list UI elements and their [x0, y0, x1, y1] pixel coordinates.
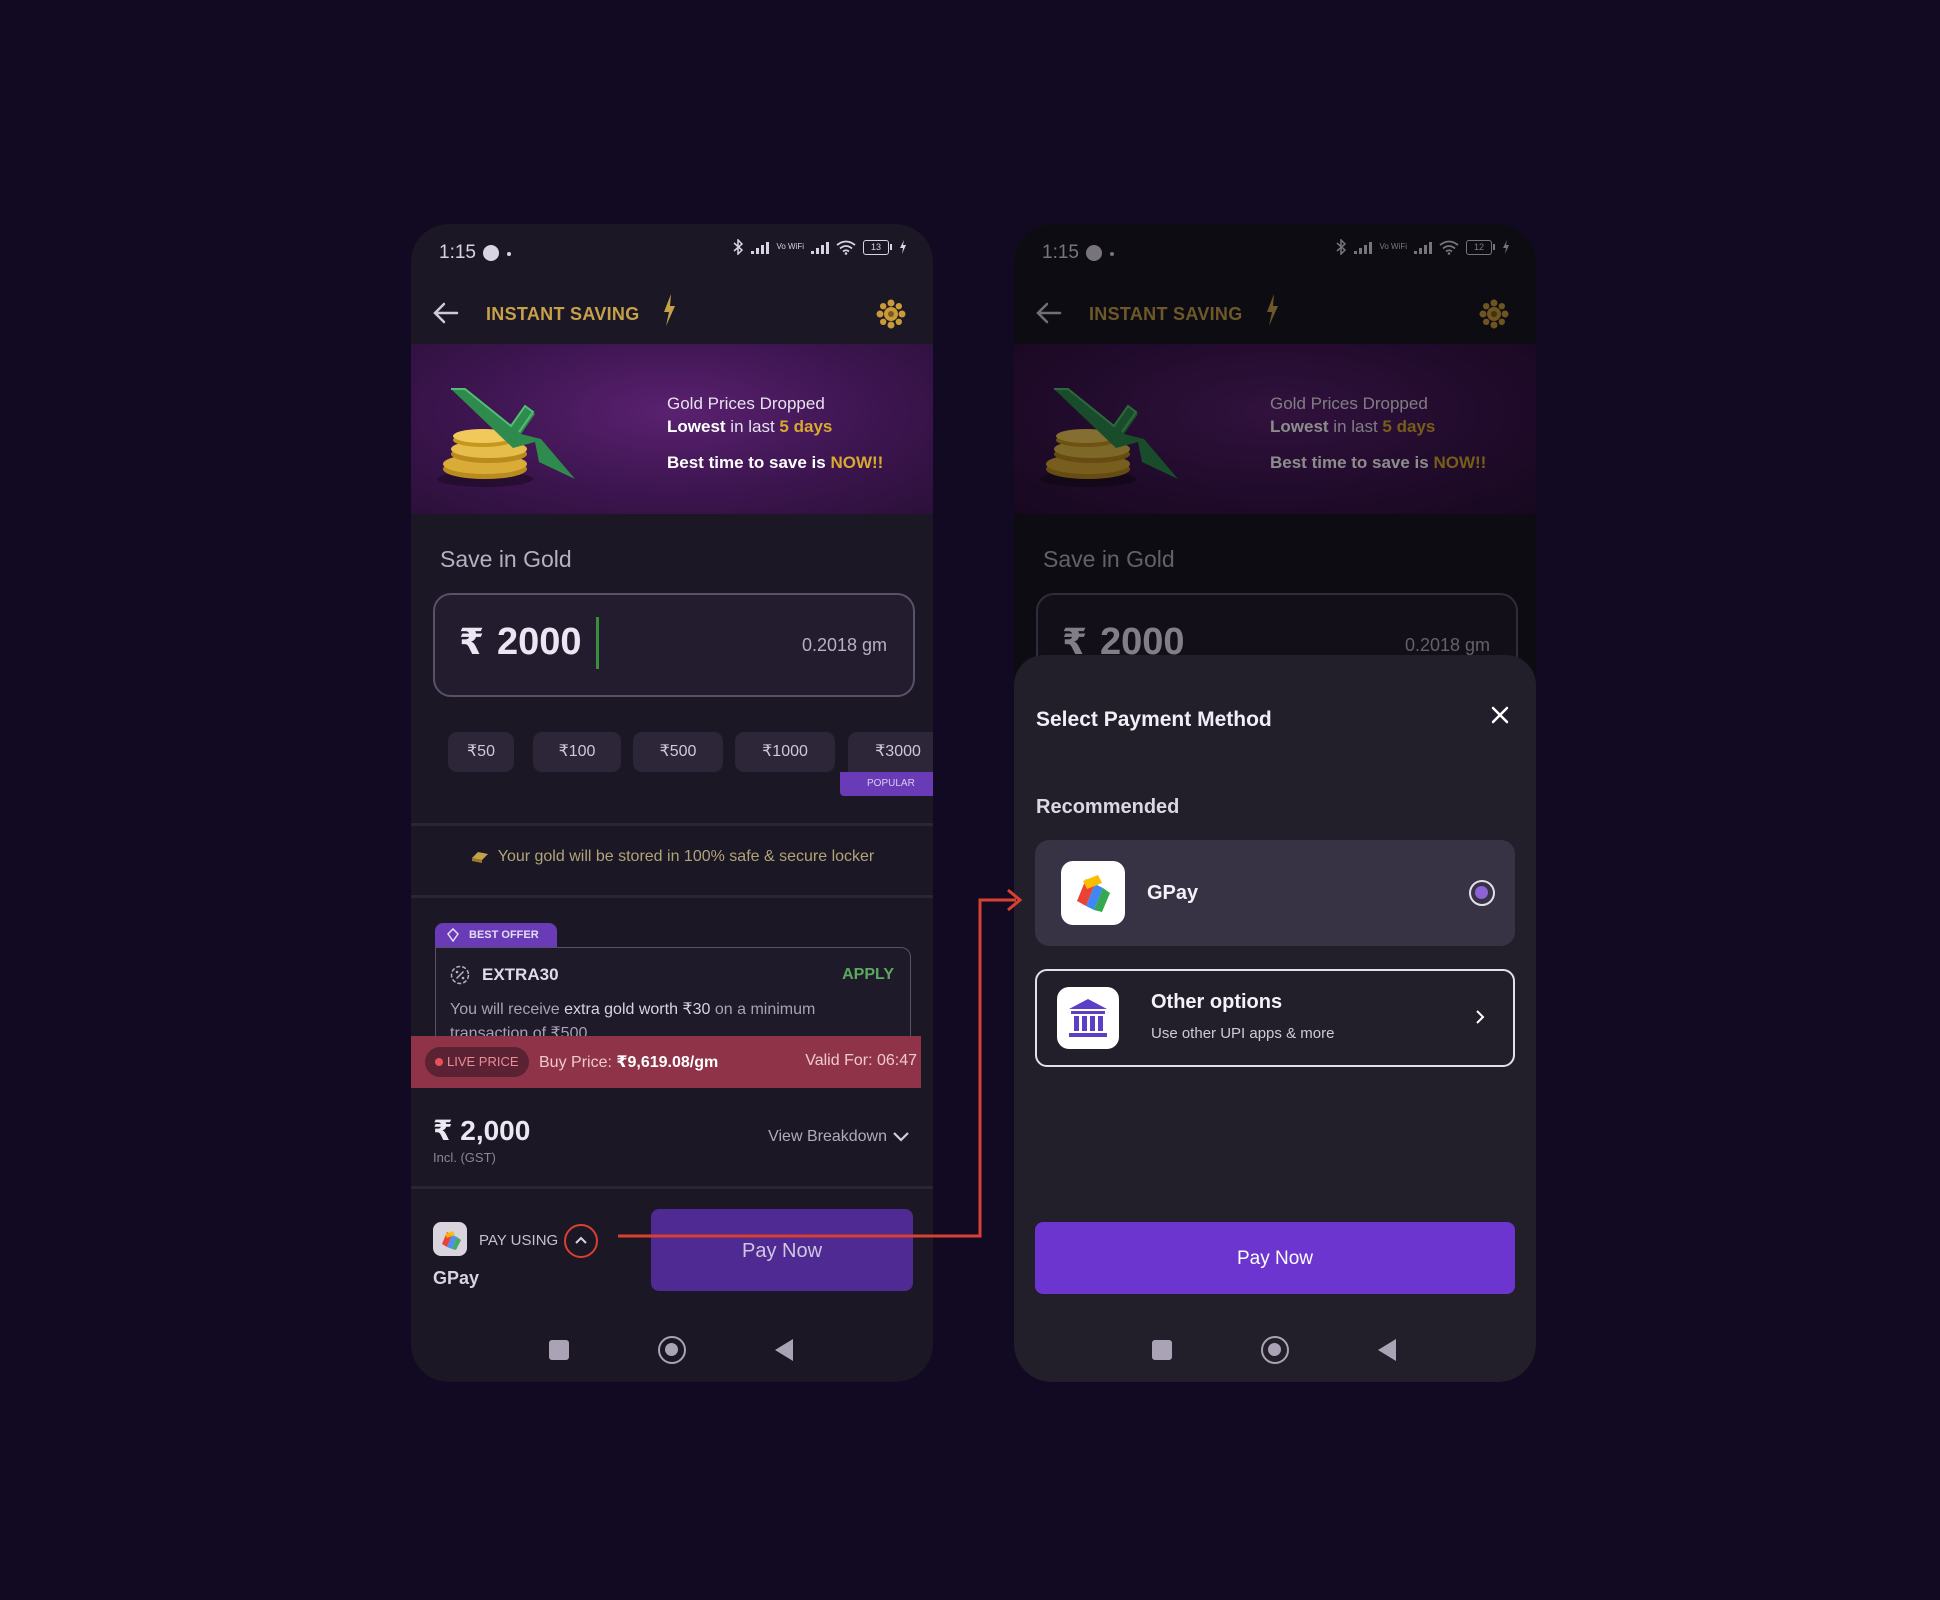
live-price-bar: LIVE PRICE Buy Price: ₹9,619.08/gm Valid…: [411, 1036, 921, 1088]
status-bar: 1:15 Vo WiFi 13: [411, 224, 933, 284]
lightning-bolt-icon: [664, 294, 675, 326]
gpay-label: GPay: [1147, 882, 1199, 904]
android-nav-bar: [411, 1322, 933, 1382]
notification-dot-icon: [483, 245, 499, 261]
signal-icon: [751, 240, 770, 254]
price-valid-timer: Valid For: 06:47: [805, 1052, 917, 1069]
gold-gear-icon[interactable]: [875, 298, 907, 330]
app-header: INSTANT SAVING: [411, 284, 933, 344]
gpay-icon: [433, 1222, 467, 1256]
total-amount: ₹ 2,000: [433, 1115, 531, 1146]
charging-icon: [900, 240, 906, 254]
nav-back-icon[interactable]: [775, 1339, 793, 1361]
status-time: 1:15: [439, 242, 476, 263]
recent-apps-icon[interactable]: [1152, 1340, 1172, 1360]
banner-line-2: Lowest in last 5 days: [667, 417, 833, 436]
divider: [411, 823, 933, 826]
payment-method-sheet: Select Payment Method Recommended GPay O…: [1014, 655, 1536, 1382]
apply-coupon-button[interactable]: APPLY: [842, 966, 894, 984]
page-title: INSTANT SAVING: [486, 304, 640, 324]
arrow-left-icon[interactable]: [431, 298, 461, 328]
locker-note-text: Your gold will be stored in 100% safe & …: [497, 848, 875, 865]
gold-bar-icon: [471, 852, 488, 863]
amount-value[interactable]: 2000: [497, 621, 582, 664]
text-cursor: [596, 617, 599, 669]
best-offer-badge: BEST OFFER: [435, 923, 557, 947]
home-icon[interactable]: [1261, 1336, 1289, 1364]
gst-note: Incl. (GST): [433, 1150, 496, 1165]
coupon-percent-icon: [450, 965, 470, 985]
best-offer-label: BEST OFFER: [469, 929, 539, 941]
amount-input[interactable]: ₹ 2000 0.2018 gm: [433, 593, 915, 697]
gold-price-banner[interactable]: Gold Prices Dropped Lowest in last 5 day…: [411, 344, 933, 514]
amount-chip-100[interactable]: ₹100: [533, 732, 621, 772]
coupon-code: EXTRA30: [482, 965, 559, 984]
locker-note: Your gold will be stored in 100% safe & …: [411, 848, 933, 866]
recent-apps-icon[interactable]: [549, 1340, 569, 1360]
banner-line-1: Gold Prices Dropped: [667, 394, 825, 413]
buy-price: Buy Price: ₹9,619.08/gm: [539, 1054, 719, 1071]
banner-text: Gold Prices Dropped Lowest in last 5 day…: [667, 392, 883, 474]
payment-option-gpay[interactable]: GPay: [1035, 840, 1515, 946]
currency-symbol: ₹: [459, 621, 485, 662]
android-nav-bar: [1014, 1322, 1536, 1382]
signal-icon-2: [811, 240, 829, 254]
battery-icon: 13: [863, 239, 892, 255]
phone-screen-left: 1:15 Vo WiFi 13 INSTANT SAVING Gold Pric…: [411, 224, 933, 1382]
vowifi-label: Vo WiFi: [776, 242, 804, 251]
chevron-up-icon[interactable]: [564, 1224, 598, 1258]
pay-using-label: PAY USING: [479, 1232, 559, 1249]
other-options-subtitle: Use other UPI apps & more: [1151, 1025, 1335, 1042]
view-breakdown-button[interactable]: View Breakdown: [768, 1128, 909, 1146]
offer-card[interactable]: EXTRA30 APPLY You will receive extra gol…: [435, 947, 911, 1049]
other-options-title: Other options: [1151, 991, 1283, 1013]
live-price-pill: LIVE PRICE: [425, 1047, 529, 1077]
gold-grams-value: 0.2018 gm: [801, 635, 887, 655]
live-dot-icon: [435, 1058, 443, 1066]
phone-screen-right: 1:15 Vo WiFi 12 INSTANT SAVING Gold Pric…: [1014, 224, 1536, 1382]
save-in-gold-label: Save in Gold: [440, 546, 572, 572]
sheet-title: Select Payment Method: [1036, 708, 1272, 731]
battery-level: 13: [863, 239, 889, 255]
gpay-radio-selected[interactable]: [1469, 880, 1495, 906]
amount-chip-3000[interactable]: ₹3000: [848, 732, 933, 772]
flow-connector-arrow: [618, 888, 1023, 1238]
divider: [411, 895, 933, 898]
close-icon[interactable]: [1490, 705, 1510, 725]
popular-badge: POPULAR: [840, 772, 933, 796]
wifi-icon: [836, 240, 856, 255]
bank-icon: [1057, 987, 1119, 1049]
home-icon[interactable]: [658, 1336, 686, 1364]
pay-now-button[interactable]: Pay Now: [651, 1209, 913, 1291]
gold-coins-down-arrow-icon: [437, 388, 575, 487]
small-dot-icon: [507, 252, 511, 256]
amount-chip-50[interactable]: ₹50: [448, 732, 514, 772]
nav-back-icon[interactable]: [1378, 1339, 1396, 1361]
chevron-right-icon: [1476, 1010, 1485, 1024]
amount-chip-1000[interactable]: ₹1000: [735, 732, 835, 772]
amount-chip-500[interactable]: ₹500: [633, 732, 723, 772]
pay-now-button[interactable]: Pay Now: [1035, 1222, 1515, 1294]
gpay-logo-icon: [1061, 861, 1125, 925]
banner-line-3: Best time to save is NOW!!: [667, 453, 884, 472]
bluetooth-icon: [733, 239, 744, 255]
divider: [411, 1186, 933, 1189]
selected-payment-method: GPay: [433, 1268, 480, 1288]
chevron-down-icon: [893, 1132, 909, 1142]
offer-tag-icon: [447, 928, 459, 942]
status-icons: Vo WiFi 13: [733, 239, 907, 255]
recommended-label: Recommended: [1036, 796, 1180, 818]
payment-option-other[interactable]: Other options Use other UPI apps & more: [1035, 969, 1515, 1067]
